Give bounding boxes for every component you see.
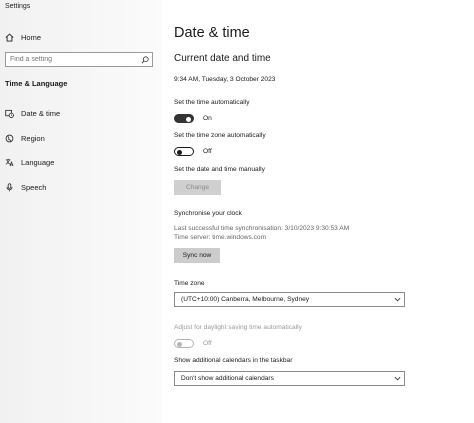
app-title: Settings <box>5 3 31 10</box>
sidebar-item-speech[interactable]: Speech <box>5 180 155 194</box>
section-title-current: Current date and time <box>174 53 271 64</box>
chevron-down-icon <box>390 376 404 381</box>
page-title: Date & time <box>174 25 250 41</box>
set-time-auto-label: Set the time automatically <box>174 99 250 106</box>
sidebar-item-label: Language <box>21 157 55 167</box>
dst-toggle[interactable] <box>174 339 194 348</box>
calendars-value: Don't show additional calendars <box>181 375 274 382</box>
toggle-knob <box>177 149 182 155</box>
set-tz-auto-label: Set the time zone automatically <box>174 132 266 139</box>
globe-icon <box>5 134 14 143</box>
time-zone-value: (UTC+10:00) Canberra, Melbourne, Sydney <box>181 296 310 303</box>
search-icon[interactable] <box>138 55 152 64</box>
dst-label: Adjust for daylight saving time automati… <box>174 324 302 331</box>
calendars-label: Show additional calendars in the taskbar <box>174 357 293 364</box>
last-sync-text: Last successful time synchronisation: 3/… <box>174 225 350 232</box>
search-box[interactable] <box>5 52 153 67</box>
chevron-down-icon <box>390 297 404 302</box>
sidebar-item-label: Region <box>21 133 45 143</box>
calendars-select[interactable]: Don't show additional calendars <box>174 371 405 386</box>
current-datetime: 9:34 AM, Tuesday, 3 October 2023 <box>174 76 276 83</box>
sidebar-item-language[interactable]: Language <box>5 155 155 169</box>
calendar-clock-icon <box>5 109 14 118</box>
sidebar: Settings Home Time & Language Date & tim… <box>0 0 162 423</box>
set-time-auto-toggle[interactable] <box>174 114 194 123</box>
toggle-knob <box>177 341 182 347</box>
language-icon <box>5 158 14 167</box>
home-icon <box>5 32 14 42</box>
sidebar-item-label: Speech <box>21 182 47 192</box>
nav-home-label: Home <box>21 32 42 42</box>
sidebar-item-region[interactable]: Region <box>5 131 155 145</box>
sidebar-item-date-time[interactable]: Date & time <box>5 106 155 120</box>
change-button[interactable]: Change <box>174 180 221 195</box>
set-time-auto-state: On <box>203 115 212 122</box>
section-header: Time & Language <box>5 79 68 88</box>
nav-home[interactable]: Home <box>5 30 155 44</box>
time-zone-label: Time zone <box>174 280 205 287</box>
dst-state: Off <box>203 340 212 347</box>
sync-now-button[interactable]: Sync now <box>174 248 220 263</box>
time-zone-select[interactable]: (UTC+10:00) Canberra, Melbourne, Sydney <box>174 292 405 307</box>
sidebar-item-label: Date & time <box>21 108 61 118</box>
sync-heading: Synchronise your clock <box>174 210 242 217</box>
set-tz-auto-state: Off <box>203 148 212 155</box>
set-manual-label: Set the date and time manually <box>174 166 265 173</box>
set-tz-auto-toggle[interactable] <box>174 147 194 156</box>
toggle-knob <box>186 116 191 122</box>
microphone-icon <box>5 182 14 192</box>
time-server-text: Time server: time.windows.com <box>174 234 267 241</box>
search-input[interactable] <box>6 56 138 63</box>
